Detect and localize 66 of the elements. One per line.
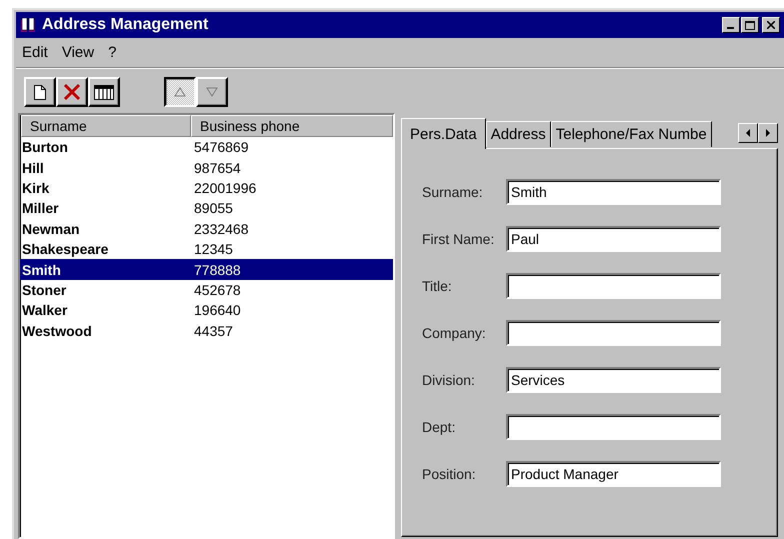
field-label: Dept: [422, 419, 456, 435]
input-field[interactable] [506, 320, 721, 346]
menu-item[interactable]: ? [108, 44, 116, 61]
surname-cell-text: Stoner [22, 282, 68, 298]
phone-cell-text: 44357 [194, 322, 234, 339]
maximize-icon [745, 20, 755, 30]
phone-cell-text: 5476869 [194, 139, 250, 156]
phone-cell-text: 22001996 [194, 180, 258, 196]
surname-cell-text: Miller [22, 200, 60, 216]
list-row[interactable]: Smith 778888 [20, 259, 393, 280]
field-label: Division: [422, 372, 476, 388]
input-field[interactable]: Paul [506, 226, 721, 252]
phone-cell-text: 452678 [194, 282, 242, 298]
phone-cell-text: 2332468 [194, 220, 250, 237]
tab[interactable]: Pers.Data [401, 118, 486, 149]
field-label: Position: [422, 466, 477, 482]
surname-cell-text: Westwood [22, 322, 93, 339]
scroll-left-button[interactable] [738, 122, 758, 142]
surname-cell-text: Burton [22, 139, 69, 156]
surname-cell-text: Kirk [22, 180, 50, 196]
menu-item[interactable]: View [62, 44, 94, 61]
list-row[interactable]: Newman 2332468 [20, 218, 393, 239]
field-label: Company: [422, 325, 487, 341]
list-row[interactable]: Walker 196640 [20, 300, 393, 321]
column-header[interactable]: Surname [21, 115, 191, 137]
input-field[interactable]: Services [506, 367, 721, 393]
tab[interactable]: Address [486, 121, 551, 147]
list-row[interactable]: Stoner 452678 [20, 280, 393, 300]
field-label: Surname: [422, 184, 484, 200]
surname-cell-text: Shakespeare [22, 241, 110, 258]
list-row[interactable]: Miller 89055 [20, 198, 393, 219]
scroll-right-button[interactable] [758, 122, 778, 142]
surname-cell-text: Hill [22, 160, 45, 176]
phone-cell-text: 987654 [194, 160, 242, 176]
list-row[interactable]: Burton 5476869 [20, 137, 393, 158]
tab[interactable]: Telephone/Fax Numbe [550, 121, 712, 147]
surname-cell-text: Newman [22, 220, 81, 237]
right-arrow-icon [766, 128, 770, 136]
window-title: Address Management [42, 16, 210, 34]
maximize-button[interactable] [741, 17, 759, 33]
left-arrow-icon [746, 128, 750, 136]
field-label: Title: [422, 278, 453, 294]
list-row[interactable]: Kirk 22001996 [20, 178, 393, 198]
input-field[interactable] [506, 273, 721, 299]
minimize-button[interactable] [722, 17, 740, 33]
close-button[interactable] [762, 17, 780, 33]
book-icon [20, 17, 36, 33]
columns-button[interactable] [88, 77, 120, 107]
input-field[interactable]: Smith [506, 179, 721, 205]
list-row[interactable]: Westwood 44357 [20, 320, 393, 341]
input-field[interactable]: Product Manager [506, 461, 721, 487]
close-icon [767, 21, 775, 29]
surname-cell-text: Walker [22, 302, 68, 318]
menu-item[interactable]: Edit [22, 44, 48, 61]
phone-cell-text: 12345 [194, 241, 234, 258]
column-header[interactable]: Business phone [191, 115, 393, 137]
delete-button[interactable] [56, 77, 88, 107]
new-button[interactable] [24, 77, 56, 107]
surname-cell-text: Smith [22, 262, 62, 278]
list-row[interactable]: Hill 987654 [20, 157, 393, 178]
phone-cell-text: 778888 [194, 262, 242, 278]
phone-cell-text: 89055 [194, 200, 234, 216]
phone-cell-text: 196640 [194, 302, 242, 318]
list-row[interactable]: Shakespeare 12345 [20, 238, 393, 260]
input-field[interactable] [506, 414, 721, 440]
field-label: First Name: [422, 231, 496, 247]
